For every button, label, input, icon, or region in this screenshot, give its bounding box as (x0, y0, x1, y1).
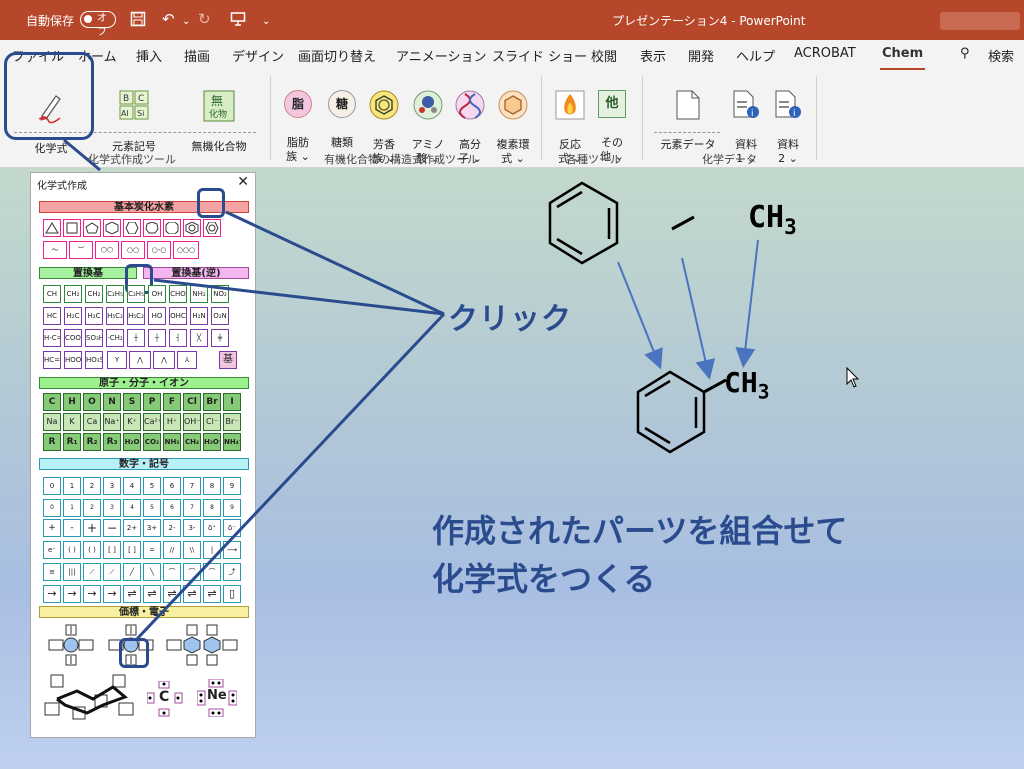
annotation-line-substituent (153, 278, 445, 316)
toluene-ch3-text: CH (724, 366, 758, 399)
annotation-line-benzene (225, 210, 445, 316)
annotation-lines (63, 138, 860, 642)
ch3-part[interactable]: CH3 (748, 200, 797, 239)
annotation-line-valence (134, 312, 446, 642)
ch3-text: CH (748, 200, 785, 235)
ch3-subscript: 3 (784, 215, 797, 239)
message-line-2[interactable]: 化学式をつくる (432, 554, 655, 600)
toluene-ch3-subscript: 3 (757, 380, 770, 404)
bond-part[interactable] (671, 215, 695, 231)
annotation-line-ribbon (63, 138, 101, 172)
toluene-ch3[interactable]: CH3 (724, 366, 770, 404)
message-line-1[interactable]: 作成されたパーツを組合せて (432, 506, 847, 552)
arrow-ch3-to-toluene (735, 239, 759, 368)
click-annotation: クリック (448, 302, 572, 337)
arrow-benzene-to-toluene (617, 261, 663, 370)
benzene-ring-part[interactable] (548, 181, 619, 265)
arrow-bond-to-toluene (681, 257, 716, 380)
toluene-structure[interactable] (636, 370, 727, 454)
mouse-cursor-icon (846, 366, 860, 388)
